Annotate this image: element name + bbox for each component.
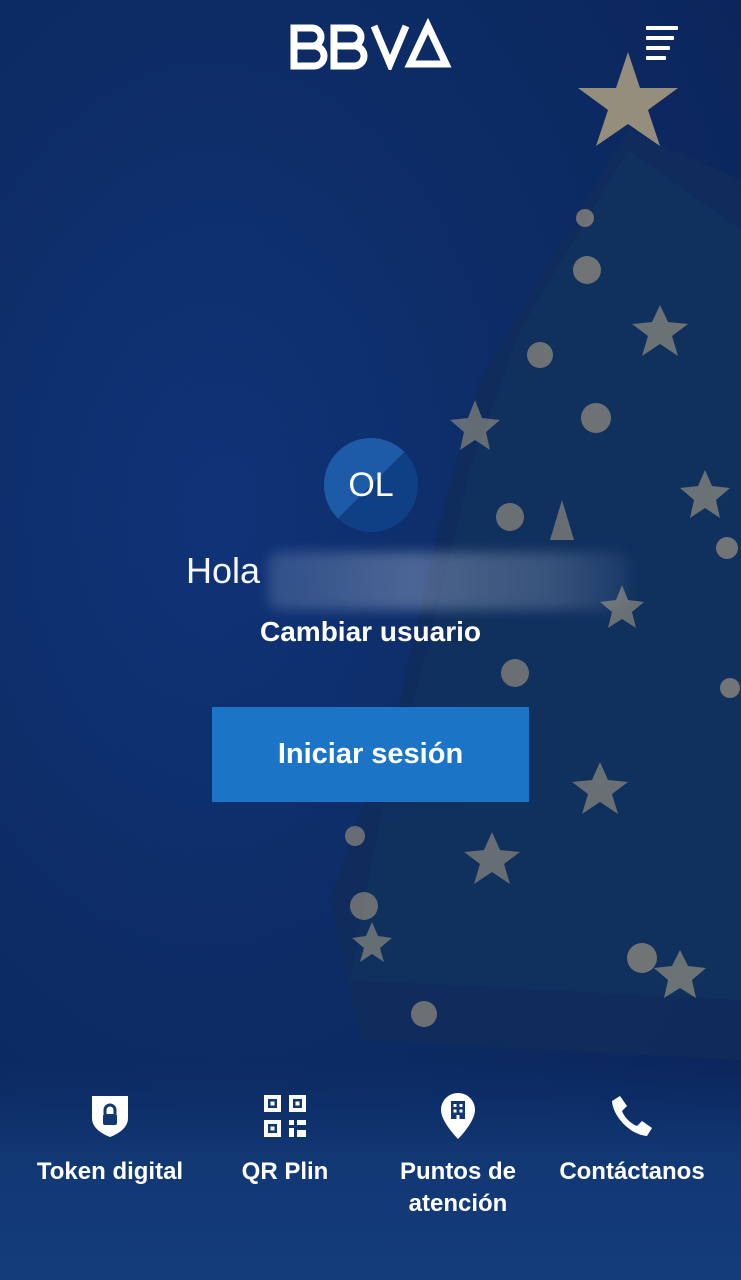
token-digital-label: Token digital (36, 1158, 184, 1185)
bbva-logo (290, 18, 452, 70)
location-building-icon (373, 1092, 543, 1140)
user-avatar: OL (324, 438, 418, 532)
contactanos-action[interactable]: Contáctanos (547, 1092, 717, 1188)
contactanos-label: Contáctanos (559, 1158, 705, 1185)
shield-lock-icon (25, 1092, 195, 1140)
redacted-user-name (268, 552, 628, 610)
hamburger-icon (646, 26, 678, 30)
change-user-link[interactable]: Cambiar usuario (0, 616, 741, 648)
qr-plin-label: QR Plin (241, 1158, 329, 1185)
puntos-atencion-label: Puntos de atención (399, 1158, 516, 1217)
menu-button[interactable] (646, 26, 686, 60)
qr-code-icon (200, 1092, 370, 1140)
greeting-text: Hola (186, 550, 261, 591)
qr-plin-action[interactable]: QR Plin (200, 1092, 370, 1188)
token-digital-action[interactable]: Token digital (25, 1092, 195, 1188)
login-button[interactable]: Iniciar sesión (212, 707, 529, 802)
top-header (0, 0, 741, 90)
puntos-atencion-action[interactable]: Puntos de atención (373, 1092, 543, 1220)
phone-icon (547, 1092, 717, 1140)
